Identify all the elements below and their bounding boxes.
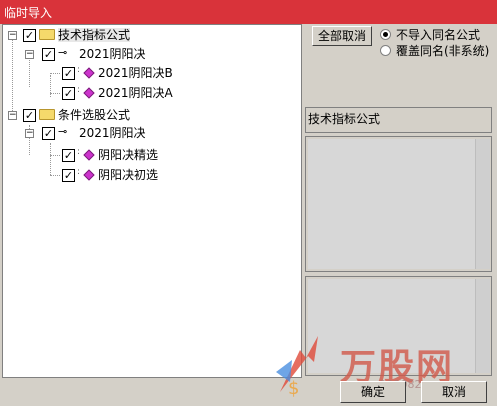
tree-line (50, 175, 60, 176)
collapse-icon[interactable]: − (25, 50, 34, 59)
checkbox-checked[interactable]: ✓ (42, 127, 55, 140)
radio-skip-duplicates-label: 不导入同名公式 (396, 28, 481, 42)
tree-node-label: 阴阳决精选 (98, 148, 159, 162)
tree-leaf-yinyang-b[interactable]: ✓ : 2021阴阳决B (3, 65, 203, 83)
checkbox-checked[interactable]: ✓ (62, 169, 75, 182)
formula-gem-icon (83, 169, 95, 181)
collapse-icon[interactable]: − (8, 31, 17, 40)
checkbox-checked[interactable]: ✓ (42, 48, 55, 61)
tree-node-screen-formulas[interactable]: − ✓ 条件选股公式 (3, 107, 203, 125)
panel-header-label: 技术指标公式 (308, 112, 381, 126)
tree-line (50, 93, 60, 94)
tree-leaf-yinyang-a[interactable]: ✓ : 2021阴阳决A (3, 85, 203, 103)
title-bar: 临时导入 (0, 0, 497, 24)
tree-node-yinyang-2[interactable]: − ✓ ⊸ 2021阴阳决 (3, 125, 203, 143)
checkbox-checked[interactable]: ✓ (23, 109, 36, 122)
description-panel[interactable] (305, 136, 492, 272)
tree-line (50, 73, 60, 74)
tree-leaf-yinyang-prelim[interactable]: ✓ : 阴阳决初选 (3, 167, 203, 185)
tree-node-label: 阴阳决初选 (98, 168, 159, 182)
dash-icon: : (77, 65, 81, 75)
dash-icon: : (77, 85, 81, 95)
ok-button[interactable]: 确定 (340, 381, 406, 403)
scrollbar[interactable] (475, 139, 490, 269)
tree-node-label: 2021阴阳决 (79, 47, 146, 61)
folder-icon (39, 29, 55, 40)
folder-icon (39, 109, 55, 120)
key-icon: ⊸ (58, 125, 68, 138)
window-title: 临时导入 (4, 6, 53, 20)
svg-text:$: $ (288, 378, 299, 399)
scrollbar[interactable] (475, 279, 490, 373)
radio-skip-duplicates[interactable] (380, 29, 391, 40)
radio-overwrite-duplicates-label: 覆盖同名(非系统) (396, 44, 490, 58)
radio-overwrite-duplicates[interactable] (380, 45, 391, 56)
checkbox-checked[interactable]: ✓ (23, 29, 36, 42)
dash-icon: : (77, 147, 81, 157)
tree-node-label: 2021阴阳决 (79, 126, 146, 140)
cancel-all-button[interactable]: 全部取消 (312, 26, 372, 46)
radio-selected-dot (383, 32, 388, 37)
panel-header: 技术指标公式 (305, 107, 492, 133)
tree-node-label: 技术指标公式 (58, 28, 131, 42)
dash-icon: : (77, 167, 81, 177)
checkbox-checked[interactable]: ✓ (62, 149, 75, 162)
formula-gem-icon (83, 149, 95, 161)
description-area (308, 139, 475, 269)
collapse-icon[interactable]: − (8, 111, 17, 120)
tree-node-label: 2021阴阳决A (98, 86, 173, 100)
tree-line (50, 155, 60, 156)
formula-tree[interactable]: − ✓ 技术指标公式 − ✓ ⊸ 2021阴阳决 ✓ : 2021阴阳决B ✓ … (2, 24, 302, 378)
cancel-button[interactable]: 取消 (421, 381, 487, 403)
tree-node-label: 条件选股公式 (58, 108, 131, 122)
formula-gem-icon (83, 87, 95, 99)
key-icon: ⊸ (58, 46, 68, 59)
tree-leaf-yinyang-select[interactable]: ✓ : 阴阳决精选 (3, 147, 203, 165)
tree-node-label: 2021阴阳决B (98, 66, 173, 80)
tree-node-yinyang[interactable]: − ✓ ⊸ 2021阴阳决 (3, 46, 203, 64)
checkbox-checked[interactable]: ✓ (62, 67, 75, 80)
formula-gem-icon (83, 67, 95, 79)
collapse-icon[interactable]: − (25, 129, 34, 138)
tree-node-tech-formulas[interactable]: − ✓ 技术指标公式 (3, 27, 203, 45)
checkbox-checked[interactable]: ✓ (62, 87, 75, 100)
